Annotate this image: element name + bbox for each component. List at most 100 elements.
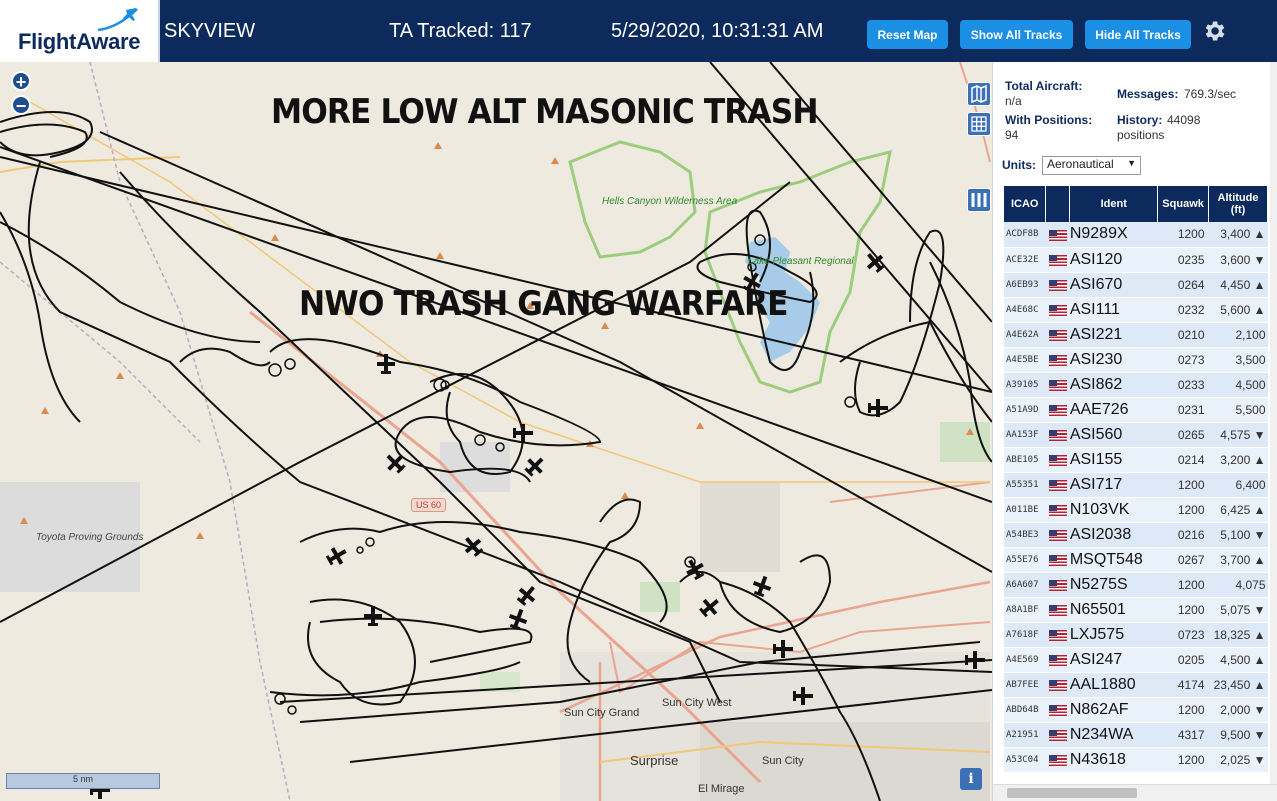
altitude-cell: 3,600 ▼ [1208, 247, 1268, 273]
icao-cell: ACDF8B [1004, 222, 1046, 248]
table-row[interactable]: A4E5BE ASI230 0273 3,500 [1004, 347, 1268, 373]
icao-cell: A6EB93 [1004, 272, 1046, 298]
squawk-cell: 0231 [1157, 397, 1209, 423]
flag-cell [1045, 222, 1070, 248]
show-all-tracks-button[interactable]: Show All Tracks [960, 20, 1073, 49]
column-header-squawk[interactable]: Squawk [1157, 186, 1210, 222]
with-positions-value: 94 [1005, 128, 1019, 142]
flag-cell [1045, 722, 1070, 748]
altitude-cell: 23,450 ▲ [1208, 672, 1268, 698]
columns-icon [971, 193, 987, 207]
ident-cell: N862AF [1069, 697, 1158, 723]
flag-cell [1045, 597, 1070, 623]
table-row[interactable]: A51A9D AAE726 0231 5,500 [1004, 397, 1268, 423]
map-layers-button[interactable] [967, 82, 991, 106]
scale-bar: 5 nm [6, 773, 160, 789]
squawk-cell: 1200 [1157, 472, 1209, 498]
altitude-cell: 4,500 ▲ [1208, 647, 1268, 673]
tracked-count: TA Tracked: 117 [389, 20, 532, 42]
flag-cell [1045, 497, 1070, 523]
altitude-cell: 2,025 ▼ [1208, 747, 1268, 773]
table-row[interactable]: A4E68C ASI111 0232 5,600 ▲ [1004, 297, 1268, 323]
icao-cell: A4E62A [1004, 322, 1046, 348]
ident-cell: AAL1880 [1069, 672, 1158, 698]
map-view[interactable]: Hells Canyon Wilderness Area Lake Pleasa… [0, 62, 992, 801]
zoom-in-button[interactable]: + [11, 71, 31, 91]
units-select[interactable]: Aeronautical ▼ [1042, 156, 1141, 175]
us-flag-icon [1048, 304, 1067, 316]
us-flag-icon [1048, 554, 1067, 566]
icao-cell: A51A9D [1004, 397, 1046, 423]
ident-cell: N5275S [1069, 572, 1158, 598]
info-button[interactable]: i [960, 768, 982, 790]
columns-toggle-button[interactable] [967, 188, 991, 212]
table-row[interactable]: A39105 ASI862 0233 4,500 [1004, 372, 1268, 398]
table-row[interactable]: A011BE N103VK 1200 6,425 ▲ [1004, 497, 1268, 523]
squawk-cell: 0210 [1157, 322, 1209, 348]
flag-cell [1045, 422, 1070, 448]
column-header-ident[interactable]: Ident [1069, 186, 1159, 222]
ident-cell: N234WA [1069, 722, 1158, 748]
ident-cell: ASI717 [1069, 472, 1158, 498]
history-unit: positions [1117, 128, 1165, 142]
altitude-cell: 2,100 [1208, 322, 1268, 348]
scrollbar-thumb[interactable] [1007, 788, 1137, 798]
table-row[interactable]: A21951 N234WA 4317 9,500 ▼ [1004, 722, 1268, 748]
logo-text: FlightAware [18, 29, 141, 54]
altitude-cell: 4,075 [1208, 572, 1268, 598]
top-bar: FlightAware SKYVIEW TA Tracked: 117 5/29… [0, 0, 1277, 62]
map-canvas [0, 62, 992, 801]
altitude-cell: 4,450 ▲ [1208, 272, 1268, 298]
table-row[interactable]: AA153F ASI560 0265 4,575 ▼ [1004, 422, 1268, 448]
us-flag-icon [1048, 229, 1067, 241]
messages-label: Messages: [1117, 87, 1179, 101]
squawk-cell: 0273 [1157, 347, 1209, 373]
table-row[interactable]: A4E62A ASI221 0210 2,100 [1004, 322, 1268, 348]
total-aircraft-value: n/a [1005, 94, 1022, 108]
table-row[interactable]: A6EB93 ASI670 0264 4,450 ▲ [1004, 272, 1268, 298]
table-row[interactable]: A7618F LXJ575 0723 18,325 ▲ [1004, 622, 1268, 648]
table-row[interactable]: ACE32E ASI120 0235 3,600 ▼ [1004, 247, 1268, 273]
map-label-sun-city-west: Sun City West [662, 697, 732, 709]
ident-cell: ASI230 [1069, 347, 1158, 373]
us-flag-icon [1048, 404, 1067, 416]
horizontal-scrollbar[interactable] [993, 784, 1277, 801]
us-flag-icon [1048, 354, 1067, 366]
column-header-altitude[interactable]: Altitude (ft) [1208, 186, 1268, 222]
table-row[interactable]: A6A607 N5275S 1200 4,075 [1004, 572, 1268, 598]
table-row[interactable]: A4E569 ASI247 0205 4,500 ▲ [1004, 647, 1268, 673]
overlay-caption-middle: NWO TRASH GANG WARFARE [299, 284, 789, 324]
hide-all-tracks-button[interactable]: Hide All Tracks [1085, 20, 1191, 49]
column-header-icao[interactable]: ICAO [1004, 186, 1047, 222]
reset-map-button[interactable]: Reset Map [867, 20, 948, 49]
squawk-cell: 1200 [1157, 597, 1209, 623]
altitude-cell: 3,400 ▲ [1208, 222, 1268, 248]
table-row[interactable]: AB7FEE AAL1880 4174 23,450 ▲ [1004, 672, 1268, 698]
flightaware-logo[interactable]: FlightAware [0, 0, 160, 62]
column-header-flag[interactable] [1045, 186, 1071, 222]
icao-cell: A4E569 [1004, 647, 1046, 673]
zoom-out-button[interactable]: − [11, 95, 31, 115]
flag-cell [1045, 272, 1070, 298]
table-row[interactable]: A54BE3 ASI2038 0216 5,100 ▼ [1004, 522, 1268, 548]
us-flag-icon [1048, 254, 1067, 266]
table-row[interactable]: A8A1BF N65501 1200 5,075 ▼ [1004, 597, 1268, 623]
aircraft-panel: Total Aircraft: n/a Messages: 769.3/sec … [992, 62, 1277, 801]
table-row[interactable]: A55E76 MSQT548 0267 3,700 ▲ [1004, 547, 1268, 573]
us-flag-icon [1048, 279, 1067, 291]
table-row[interactable]: A55351 ASI717 1200 6,400 [1004, 472, 1268, 498]
vertical-scrollbar[interactable] [1270, 62, 1277, 784]
table-row[interactable]: A53C04 N43618 1200 2,025 ▼ [1004, 747, 1268, 773]
table-row[interactable]: ABE105 ASI155 0214 3,200 ▲ [1004, 447, 1268, 473]
icao-cell: A39105 [1004, 372, 1046, 398]
gear-icon[interactable] [1201, 18, 1227, 44]
altitude-cell: 6,425 ▲ [1208, 497, 1268, 523]
table-row[interactable]: ACDF8B N9289X 1200 3,400 ▲ [1004, 222, 1268, 248]
grid-icon [971, 116, 987, 132]
flag-cell [1045, 397, 1070, 423]
squawk-cell: 4174 [1157, 672, 1209, 698]
table-row[interactable]: ABD64B N862AF 1200 2,000 ▼ [1004, 697, 1268, 723]
flag-cell [1045, 472, 1070, 498]
grid-toggle-button[interactable] [967, 112, 991, 136]
icao-cell: A53C04 [1004, 747, 1046, 773]
